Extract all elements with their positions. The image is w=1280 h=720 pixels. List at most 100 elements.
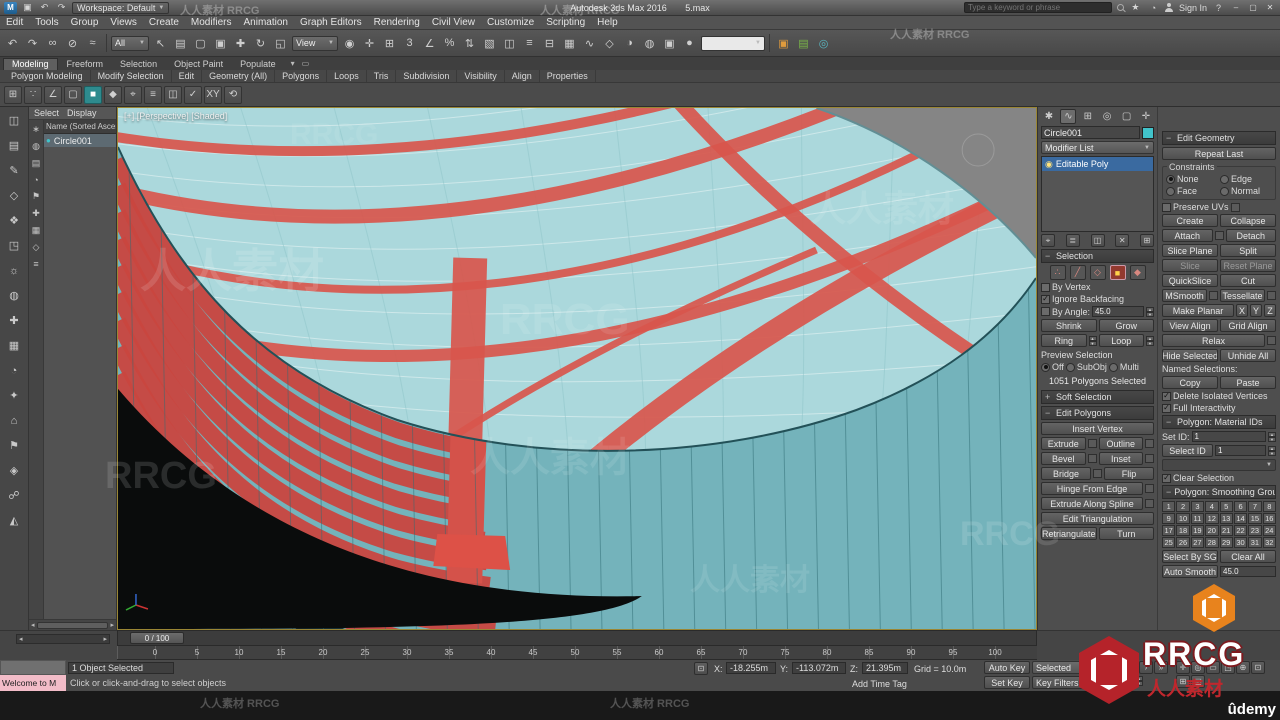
hinge-settings-button[interactable] — [1145, 484, 1154, 493]
menu-scripting[interactable]: Scripting — [540, 16, 591, 29]
by-angle-value[interactable]: 45.0 — [1092, 306, 1144, 317]
smoothing-groups-rollout-header[interactable]: − Polygon: Smoothing Groups — [1162, 485, 1276, 499]
smoothing-group-23-button[interactable]: 23 — [1248, 525, 1262, 536]
modifier-list-dropdown[interactable]: Modifier List ▼ — [1041, 141, 1154, 154]
bridge-button[interactable]: Bridge — [1041, 467, 1091, 480]
border-mode-icon[interactable]: ▢ — [64, 85, 82, 104]
insert-vertex-button[interactable]: Insert Vertex — [1041, 422, 1154, 435]
redo-quick-icon[interactable]: ↷ — [55, 2, 68, 14]
smoothing-group-1-button[interactable]: 1 — [1162, 501, 1176, 512]
extrude-settings-button[interactable] — [1087, 439, 1097, 448]
preserve-uvs-settings-button[interactable] — [1230, 202, 1240, 212]
planar-y-button[interactable]: Y — [1250, 304, 1262, 317]
smoothing-group-25-button[interactable]: 25 — [1162, 537, 1176, 548]
attach-button[interactable]: Attach — [1162, 229, 1213, 242]
grid-icon[interactable]: ▦ — [4, 337, 24, 354]
ring-spinner[interactable]: ▲ ▼ — [1088, 335, 1097, 346]
viewport-label[interactable]: [+] [Perspective] [Shaded] — [124, 111, 227, 121]
edit-geometry-rollout-header[interactable]: − Edit Geometry — [1162, 131, 1276, 145]
display-all-icon[interactable]: ∗ — [32, 124, 40, 135]
smoothing-group-12-button[interactable]: 12 — [1205, 513, 1219, 524]
motion-tab-icon[interactable]: ◎ — [1099, 109, 1115, 124]
use-pivot-point-icon[interactable]: ◉ — [340, 34, 359, 53]
inset-settings-button[interactable] — [1145, 454, 1154, 463]
flip-button[interactable]: Flip — [1104, 467, 1154, 480]
display-cameras-icon[interactable]: ⚑ — [32, 191, 40, 202]
object-color-swatch[interactable] — [1142, 126, 1154, 139]
snaps-icon[interactable]: ❖ — [4, 212, 24, 229]
viewport-3d-scene[interactable] — [118, 108, 1036, 629]
select-and-manipulate-icon[interactable]: ✛ — [360, 34, 379, 53]
mirror-icon[interactable]: ◫ — [500, 34, 519, 53]
explorer-menu-select[interactable]: Select — [34, 108, 59, 118]
xy-constraint-icon[interactable]: XY — [204, 85, 222, 104]
loop-spinner[interactable]: ▲ ▼ — [1146, 335, 1154, 346]
ribbon-collapse-icon[interactable]: ▭ — [302, 59, 310, 68]
smoothing-group-5-button[interactable]: 5 — [1219, 501, 1233, 512]
smoothing-group-22-button[interactable]: 22 — [1233, 525, 1248, 536]
outline-button[interactable]: Outline — [1098, 437, 1143, 450]
smoothing-group-28-button[interactable]: 28 — [1205, 537, 1219, 548]
inset-button[interactable]: Inset — [1098, 452, 1143, 465]
maxscript-listener[interactable] — [0, 660, 66, 675]
modifier-stack-item[interactable]: ◉ Editable Poly — [1042, 157, 1153, 171]
menu-animation[interactable]: Animation — [237, 16, 293, 29]
selection-rollout-header[interactable]: − Selection — [1041, 249, 1154, 263]
vertex-mode-icon[interactable]: ∵ — [24, 85, 42, 104]
y-coordinate-field[interactable]: -113.072m — [792, 662, 846, 674]
undo-icon[interactable]: ↶ — [3, 34, 22, 53]
preview-multi-radio[interactable] — [1108, 362, 1118, 372]
maxscript-mini-listener[interactable]: Welcome to M — [0, 675, 66, 691]
select-id-value[interactable]: 1 — [1215, 445, 1266, 456]
ribbon-section-polygon-modeling[interactable]: Polygon Modeling — [4, 70, 91, 82]
time-slider-handle[interactable]: 0 / 100 — [130, 632, 184, 644]
curve-editor-icon[interactable]: ∿ — [580, 34, 599, 53]
reset-plane-button[interactable]: Reset Plane — [1220, 259, 1276, 272]
select-and-move-icon[interactable]: ✚ — [231, 34, 250, 53]
pin-stack-icon[interactable]: ⌖ — [1041, 234, 1055, 247]
rendered-frame-window-icon[interactable]: ▣ — [660, 34, 679, 53]
smoothing-group-13-button[interactable]: 13 — [1219, 513, 1233, 524]
star-icon[interactable]: ✦ — [4, 387, 24, 404]
align-icon[interactable]: ≡ — [520, 34, 539, 53]
create-button[interactable]: Create — [1162, 214, 1218, 227]
vertex-subobject-icon[interactable]: ∴ — [1049, 265, 1066, 280]
smoothing-group-2-button[interactable]: 2 — [1176, 501, 1190, 512]
ribbon-tab-object-paint[interactable]: Object Paint — [166, 58, 231, 70]
add-time-tag[interactable]: Add Time Tag — [852, 679, 907, 689]
menu-group[interactable]: Group — [65, 16, 105, 29]
display-helpers-icon[interactable]: ✚ — [32, 208, 40, 219]
smoothing-group-29-button[interactable]: 29 — [1219, 537, 1233, 548]
hierarchy-tab-icon[interactable]: ⊞ — [1080, 109, 1096, 124]
tessellate-settings-button[interactable] — [1267, 291, 1276, 300]
explorer-horizontal-scrollbar[interactable]: ◂ ▸ — [29, 619, 116, 630]
preview-off-radio[interactable] — [1041, 362, 1050, 372]
repeat-icon[interactable]: ⟲ — [224, 85, 242, 104]
select-and-link-icon[interactable]: ∞ — [43, 34, 62, 53]
set-key-button[interactable]: Set Key — [984, 676, 1030, 689]
notifications-icon[interactable]: ◔ — [1147, 2, 1160, 14]
unhide-all-button[interactable]: Unhide All — [1220, 349, 1276, 362]
named-selection-sets-dropdown[interactable]: ▼ — [701, 35, 765, 51]
star-icon[interactable]: ★ — [1129, 2, 1142, 14]
smoothing-group-31-button[interactable]: 31 — [1248, 537, 1262, 548]
preserve-uvs-checkbox[interactable] — [1162, 202, 1171, 212]
planar-x-button[interactable]: X — [1236, 304, 1248, 317]
show-end-result-icon[interactable]: ≣ — [1065, 234, 1080, 247]
bevel-settings-button[interactable] — [1087, 454, 1097, 463]
lights-icon[interactable]: ☼ — [4, 262, 24, 279]
show-end-result-icon[interactable]: ≡ — [144, 85, 162, 104]
redo-icon[interactable]: ↷ — [23, 34, 42, 53]
smoothing-group-18-button[interactable]: 18 — [1176, 525, 1190, 536]
edit-poly-icon[interactable]: ✎ — [4, 162, 24, 179]
ribbon-section-visibility[interactable]: Visibility — [457, 70, 505, 82]
smoothing-group-20-button[interactable]: 20 — [1205, 525, 1219, 536]
time-slider-track[interactable]: 0 / 100 — [117, 630, 1037, 646]
element-mode-icon[interactable]: ◆ — [104, 85, 122, 104]
sort-icon[interactable]: ≡ — [33, 259, 38, 269]
smoothing-group-24-button[interactable]: 24 — [1262, 525, 1276, 536]
shrink-button[interactable]: Shrink — [1041, 319, 1097, 332]
modify-tab-icon[interactable]: ∿ — [1060, 109, 1077, 124]
by-angle-spinner[interactable]: ▲ ▼ — [1146, 306, 1154, 317]
set-id-value[interactable]: 1 — [1191, 431, 1266, 442]
